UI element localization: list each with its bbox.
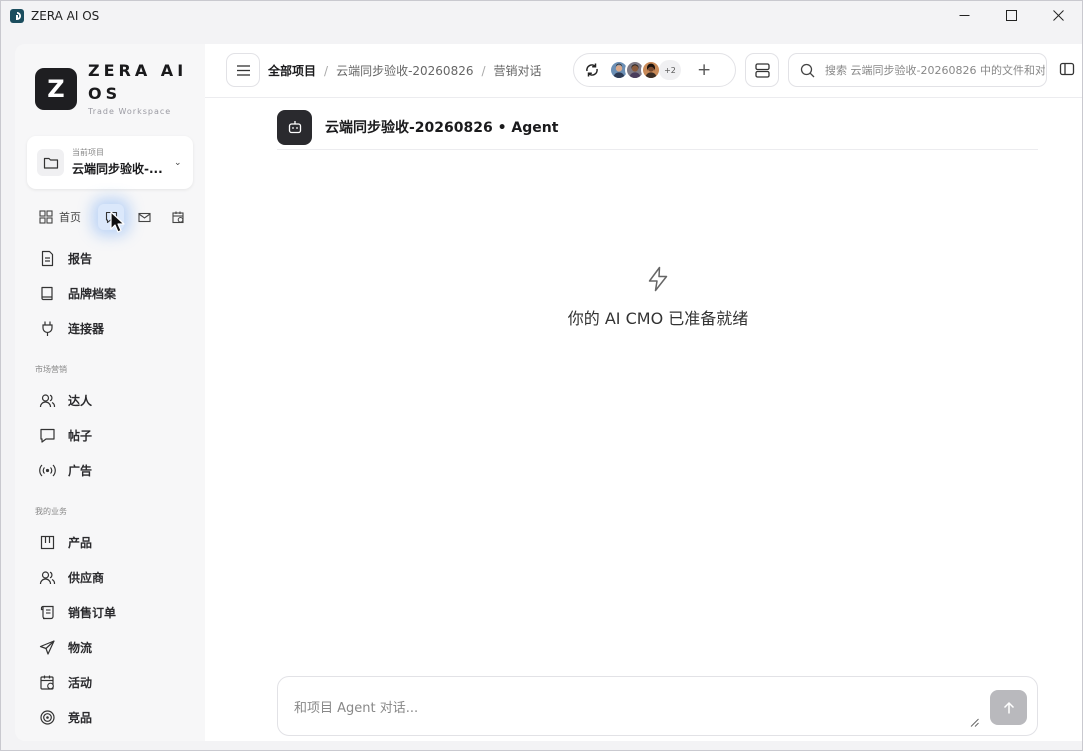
target-icon — [40, 709, 55, 725]
product-icon — [40, 535, 55, 549]
breadcrumb-root[interactable]: 全部项目 — [268, 62, 316, 79]
mail-icon — [137, 212, 151, 222]
search-icon — [800, 63, 815, 77]
menu-button[interactable] — [226, 53, 260, 87]
layout-icon — [754, 62, 770, 78]
arrow-up-icon — [1003, 701, 1014, 713]
broadcast-icon — [39, 464, 56, 476]
brand-name: ZERA AI OS — [88, 61, 188, 103]
sidebar-item-ads[interactable]: 广告 — [39, 460, 92, 480]
top-bar: 全部项目 / 云端同步验收-20260826 / 营销对话 +2 + — [205, 44, 1082, 98]
nav-section-title: 我的业务 — [35, 507, 67, 516]
main-panel: 全部项目 / 云端同步验收-20260826 / 营销对话 +2 + 搜索 云端… — [205, 44, 1082, 741]
send-icon — [39, 639, 55, 655]
sidebar-item-label: 销售订单 — [68, 605, 117, 620]
calendar-clock-icon — [171, 211, 184, 223]
sidebar-item-connectors[interactable]: 连接器 — [39, 318, 104, 338]
resize-grip-icon[interactable] — [970, 718, 979, 727]
report-icon — [41, 250, 54, 266]
close-window-button[interactable] — [1035, 1, 1082, 30]
grid-icon — [39, 210, 53, 224]
book-icon — [41, 286, 53, 300]
project-caption: 当前项目 — [72, 148, 104, 157]
sidebar: Z ZERA AI OS Trade Workspace 当前项目 云端同步验收… — [15, 44, 205, 741]
more-collaborators-badge[interactable]: +2 — [659, 60, 681, 80]
sidebar-item-influencers[interactable]: 达人 — [39, 390, 92, 410]
sidebar-item-label: 帖子 — [68, 428, 93, 443]
brand-logo: Z — [35, 68, 77, 110]
window-title: ZERA AI OS — [31, 8, 100, 23]
breadcrumb-separator: / — [481, 63, 486, 78]
lightning-icon — [648, 266, 668, 292]
users-icon — [39, 393, 56, 407]
search-box — [788, 53, 1047, 87]
home-link[interactable]: 首页 — [39, 209, 81, 225]
sidebar-item-report[interactable]: 报告 — [39, 248, 92, 268]
collaborators-pill[interactable]: +2 + — [573, 53, 736, 87]
app-window: ZERA AI OS Z ZERA AI OS Trade Workspace … — [0, 0, 1083, 751]
folder-icon — [37, 149, 64, 176]
chevron-down-icon: ⌄ — [174, 157, 182, 168]
breadcrumb-separator: / — [324, 63, 329, 78]
title-bar: ZERA AI OS — [1, 1, 1082, 30]
plug-icon — [42, 321, 53, 336]
add-collaborator-button[interactable]: + — [697, 61, 711, 79]
agent-header: 云端同步验收-20260826 • Agent — [277, 105, 1038, 150]
mouse-cursor-icon — [110, 211, 125, 233]
breadcrumb-project[interactable]: 云端同步验收-20260826 — [336, 62, 473, 79]
agent-title: 云端同步验收-20260826 • Agent — [325, 120, 559, 136]
sidebar-item-sales-orders[interactable]: 销售订单 — [39, 602, 116, 622]
brand: Z ZERA AI OS Trade Workspace — [35, 59, 188, 116]
sidebar-item-label: 竞品 — [68, 710, 93, 725]
mail-nav-button[interactable] — [131, 204, 157, 230]
project-name: 云端同步验收-... — [72, 162, 163, 176]
sync-icon[interactable] — [584, 62, 600, 78]
breadcrumb: 全部项目 / 云端同步验收-20260826 / 营销对话 — [268, 62, 542, 79]
brand-subtitle: Trade Workspace — [88, 107, 172, 116]
sidebar-item-posts[interactable]: 帖子 — [39, 425, 92, 445]
sidebar-item-suppliers[interactable]: 供应商 — [39, 567, 104, 587]
layout-toggle-button[interactable] — [745, 53, 779, 87]
app-logo-icon — [10, 8, 24, 23]
maximize-button[interactable] — [988, 1, 1035, 30]
sidebar-item-logistics[interactable]: 物流 — [39, 637, 92, 657]
sidebar-item-label: 供应商 — [68, 570, 105, 585]
message-input[interactable] — [294, 697, 974, 719]
calendar-icon — [40, 675, 54, 690]
send-button[interactable] — [990, 690, 1027, 725]
message-composer — [277, 676, 1038, 736]
sidebar-item-label: 物流 — [68, 640, 93, 655]
schedule-nav-button[interactable] — [165, 204, 191, 230]
sidebar-item-products[interactable]: 产品 — [39, 532, 92, 552]
panel-icon[interactable] — [1059, 61, 1075, 77]
avatar[interactable] — [641, 60, 661, 80]
sidebar-item-label: 连接器 — [68, 321, 105, 336]
search-input[interactable] — [825, 63, 1045, 77]
sidebar-item-label: 品牌档案 — [68, 286, 117, 301]
users-icon — [39, 570, 56, 584]
bot-icon — [277, 109, 312, 145]
sidebar-item-label: 活动 — [68, 675, 93, 690]
sidebar-item-competitors[interactable]: 竞品 — [39, 707, 92, 727]
sidebar-item-label: 报告 — [68, 251, 93, 266]
breadcrumb-page: 营销对话 — [493, 64, 542, 78]
sidebar-item-label: 产品 — [68, 535, 93, 550]
scroll-icon — [40, 605, 54, 619]
project-switcher[interactable]: 当前项目 云端同步验收-... ⌄ — [27, 136, 193, 189]
minimize-button[interactable] — [941, 1, 988, 30]
sidebar-item-label: 广告 — [68, 463, 93, 478]
menu-icon — [236, 64, 250, 76]
sidebar-item-events[interactable]: 活动 — [39, 672, 92, 692]
home-label: 首页 — [59, 211, 81, 224]
empty-state: 你的 AI CMO 已准备就绪 — [205, 266, 1082, 329]
sidebar-item-label: 达人 — [68, 393, 93, 408]
message-icon — [40, 428, 55, 443]
nav-section-title: 市场营销 — [35, 365, 67, 374]
ready-message: 你的 AI CMO 已准备就绪 — [567, 309, 749, 328]
sidebar-item-brand-profile[interactable]: 品牌档案 — [39, 283, 116, 303]
